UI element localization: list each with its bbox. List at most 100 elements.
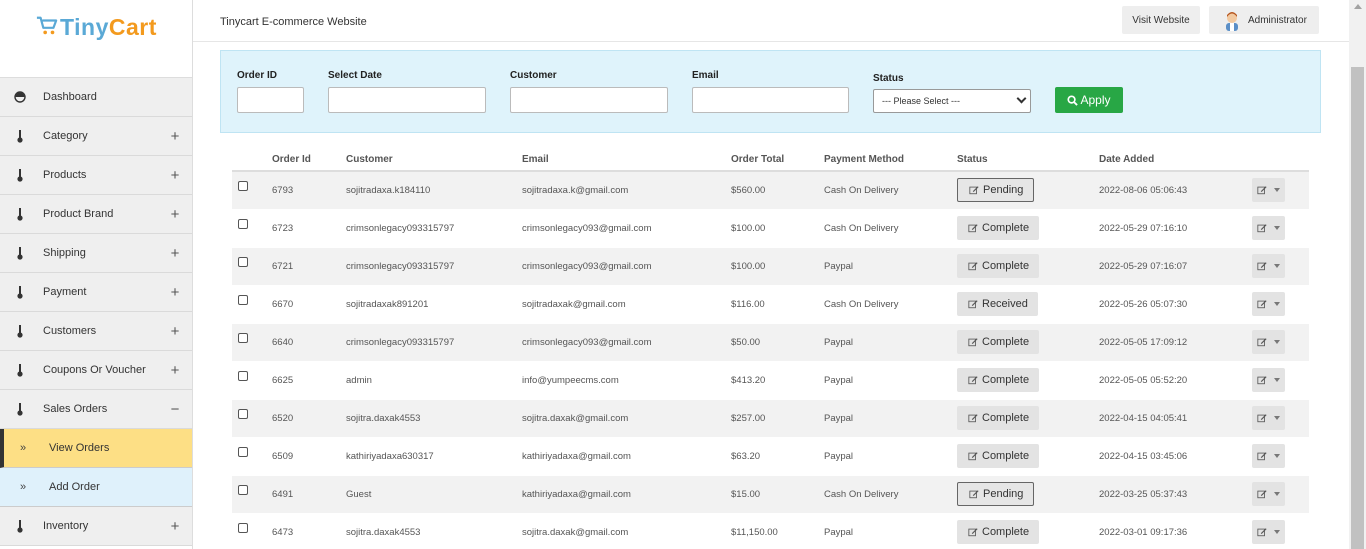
sidebar-item-coupons-or-voucher[interactable]: Coupons Or Voucher +	[0, 351, 192, 390]
column-header[interactable]: Order Id	[272, 148, 346, 172]
thermometer-icon	[17, 519, 23, 533]
status-select[interactable]: --- Please Select ---	[873, 89, 1031, 113]
sidebar-item-category[interactable]: Category +	[0, 117, 192, 156]
sidebar-item-label: Dashboard	[43, 91, 97, 103]
email-input[interactable]	[692, 87, 849, 113]
sidebar-item-product-brand[interactable]: Product Brand +	[0, 195, 192, 234]
row-action-dropdown[interactable]	[1252, 254, 1285, 278]
sidebar-item-inventory[interactable]: Inventory +	[0, 507, 192, 546]
order-id-cell: 6670	[272, 284, 346, 323]
status-button[interactable]: Complete	[957, 330, 1040, 354]
status-button[interactable]: Pending	[957, 178, 1035, 203]
table-row: 6625 admin info@yumpeecms.com $413.20 Paypal…	[232, 360, 1309, 399]
column-header[interactable]: Status	[957, 148, 1099, 172]
row-action-dropdown[interactable]	[1252, 292, 1285, 316]
row-checkbox[interactable]	[238, 256, 248, 267]
order-id-input[interactable]	[237, 87, 304, 113]
expand-icon[interactable]: +	[170, 246, 180, 261]
expand-icon[interactable]: +	[170, 519, 180, 534]
sidebar-item-payment[interactable]: Payment +	[0, 273, 192, 312]
status-button[interactable]: Complete	[957, 444, 1040, 468]
status-button[interactable]: Pending	[957, 482, 1035, 506]
order-total-cell: $50.00	[731, 322, 824, 361]
sidebar-item-customers[interactable]: Customers +	[0, 312, 192, 351]
status-button[interactable]: Complete	[957, 254, 1040, 278]
status-cell: Complete	[957, 246, 1099, 285]
status-button[interactable]: Complete	[957, 520, 1040, 545]
apply-button[interactable]: Apply	[1055, 87, 1123, 113]
date-input[interactable]	[328, 87, 486, 113]
expand-icon[interactable]: +	[170, 363, 180, 378]
row-checkbox[interactable]	[238, 218, 248, 229]
row-checkbox[interactable]	[238, 446, 248, 457]
column-header[interactable]: Date Added	[1099, 148, 1245, 172]
sidebar-subitem-view-orders[interactable]: » View Orders	[0, 429, 192, 468]
status-cell: Complete	[957, 360, 1099, 399]
table-row: 6721 crimsonlegacy093315797 crimsonlegacy0…	[232, 246, 1309, 285]
status-button[interactable]: Received	[957, 292, 1038, 316]
customer-input[interactable]	[510, 87, 668, 113]
payment-method-cell: Cash On Delivery	[824, 170, 957, 209]
brand-name: TinyCart	[60, 14, 157, 40]
double-chevron-icon: »	[20, 442, 27, 454]
scrollbar-thumb[interactable]	[1351, 67, 1364, 549]
customer-cell: sojitradaxak891201	[346, 284, 522, 323]
order-total-cell: $15.00	[731, 474, 824, 513]
row-checkbox[interactable]	[238, 484, 248, 495]
customer-cell: crimsonlegacy093315797	[346, 246, 522, 285]
expand-icon[interactable]: +	[170, 207, 180, 222]
sidebar-item-products[interactable]: Products +	[0, 156, 192, 195]
status-cell: Pending	[957, 474, 1099, 513]
column-header[interactable]: Email	[522, 148, 731, 172]
column-header[interactable]: Order Total	[731, 148, 824, 172]
table-row: 6723 crimsonlegacy093315797 crimsonlegacy0…	[232, 208, 1309, 247]
expand-icon[interactable]: +	[170, 168, 180, 183]
date-added-cell: 2022-03-25 05:37:43	[1099, 474, 1245, 513]
row-action-dropdown[interactable]	[1252, 406, 1285, 430]
row-action-dropdown[interactable]	[1252, 520, 1285, 545]
date-added-cell: 2022-04-15 04:05:41	[1099, 398, 1245, 437]
sidebar-item-sales-orders[interactable]: Sales Orders −	[0, 390, 192, 429]
row-checkbox[interactable]	[238, 332, 248, 343]
status-button[interactable]: Complete	[957, 368, 1040, 392]
row-action-dropdown[interactable]	[1252, 444, 1285, 468]
table-row: 6509 kathiriyadaxa630317 kathiriyadaxa@gma…	[232, 436, 1309, 475]
sidebar-item-dashboard[interactable]: Dashboard	[0, 78, 192, 117]
order-id-cell: 6520	[272, 398, 346, 437]
expand-icon[interactable]: +	[170, 129, 180, 144]
status-label: Complete	[982, 260, 1030, 272]
status-button[interactable]: Complete	[957, 216, 1040, 240]
edit-icon	[968, 376, 978, 385]
visit-website-button[interactable]: Visit Website	[1122, 6, 1200, 34]
table-row: 6670 sojitradaxak891201 sojitradaxak@gmail…	[232, 284, 1309, 323]
row-checkbox[interactable]	[238, 180, 248, 191]
collapse-icon[interactable]: −	[170, 402, 180, 417]
sidebar-subitem-add-order[interactable]: » Add Order	[0, 468, 192, 507]
expand-icon[interactable]: +	[170, 324, 180, 339]
sidebar-item-shipping[interactable]: Shipping +	[0, 234, 192, 273]
expand-icon[interactable]: +	[170, 285, 180, 300]
row-checkbox[interactable]	[238, 408, 248, 419]
status-button[interactable]: Complete	[957, 406, 1040, 430]
row-action-dropdown[interactable]	[1252, 178, 1285, 203]
scroll-up-arrow-icon[interactable]	[1354, 4, 1362, 9]
logo[interactable]: TinyCart	[0, 0, 192, 78]
row-action-dropdown[interactable]	[1252, 368, 1285, 392]
vertical-scrollbar[interactable]	[1349, 0, 1366, 549]
select-column-header	[232, 148, 272, 172]
row-action-dropdown[interactable]	[1252, 482, 1285, 506]
row-action-dropdown[interactable]	[1252, 216, 1285, 240]
dashboard-icon	[14, 91, 26, 103]
status-cell: Received	[957, 284, 1099, 323]
row-checkbox[interactable]	[238, 294, 248, 305]
admin-menu-button[interactable]: Administrator	[1209, 6, 1319, 34]
column-header[interactable]: Payment Method	[824, 148, 957, 172]
row-action-dropdown[interactable]	[1252, 330, 1285, 354]
row-checkbox[interactable]	[238, 522, 248, 533]
edit-icon	[1257, 414, 1267, 423]
row-checkbox[interactable]	[238, 370, 248, 381]
order-filter-panel: Order ID Select Date Customer Email Stat…	[220, 50, 1321, 133]
edit-icon	[1257, 300, 1267, 309]
column-header[interactable]: Customer	[346, 148, 522, 172]
action-cell	[1245, 360, 1309, 399]
